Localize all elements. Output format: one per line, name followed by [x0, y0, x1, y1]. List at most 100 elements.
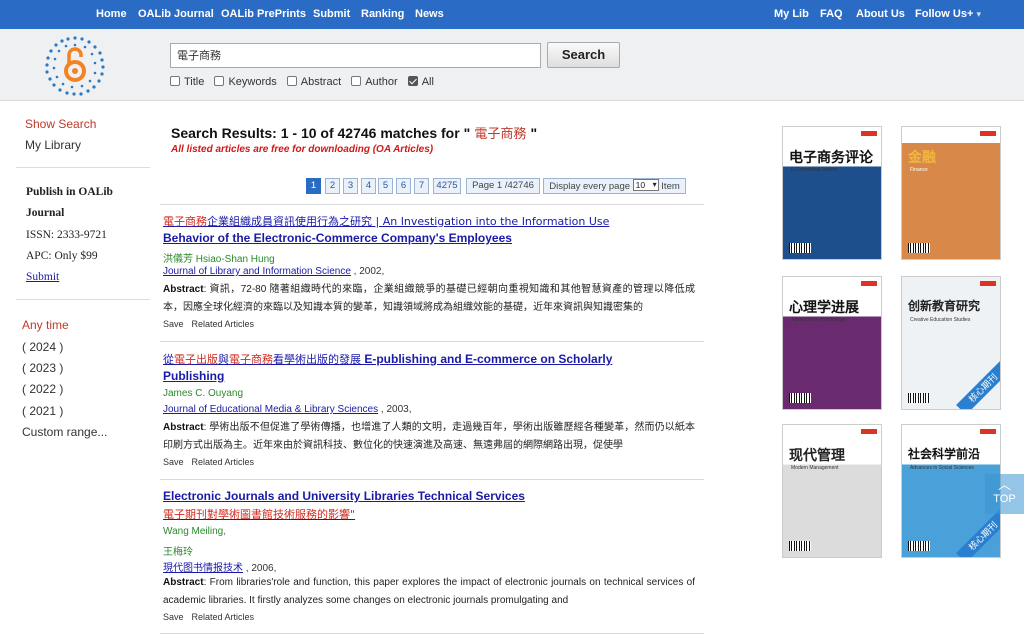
issn-text: ISSN: 2333-9721: [26, 229, 107, 241]
related-articles-link[interactable]: Related Articles: [192, 319, 255, 329]
search-input[interactable]: 電子商務: [170, 43, 541, 68]
checkbox-icon: [351, 76, 362, 86]
filter-title-label: Title: [184, 76, 205, 88]
barcode-icon: [789, 541, 811, 551]
page-5-button[interactable]: 5: [378, 178, 393, 194]
checkbox-icon: [286, 76, 297, 86]
nav-faq[interactable]: FAQ: [820, 8, 843, 20]
nav-oalib-journal[interactable]: OALib Journal: [138, 8, 214, 20]
nav-my-lib[interactable]: My Lib: [774, 8, 809, 20]
result-1-journal: Journal of Library and Information Scien…: [163, 266, 384, 277]
abstract-text: : 學術出版不但促進了學術傳播，也增進了人類的文明，走過幾百年，學術出版雖歷經各…: [163, 422, 695, 451]
save-button[interactable]: Save: [163, 457, 184, 467]
show-search-link[interactable]: Show Search: [25, 117, 96, 131]
filter-keywords[interactable]: Keywords: [214, 76, 277, 88]
barcode-icon: [908, 393, 930, 403]
result-3-journal: 現代图书情报技术 , 2006,: [163, 559, 276, 574]
result-3-author-cn[interactable]: 王梅玲: [163, 543, 193, 558]
year-2021-filter[interactable]: ( 2021 ): [22, 404, 63, 418]
result-2-title-line2[interactable]: Publishing: [163, 369, 224, 383]
result-2-author[interactable]: James C. Ouyang: [163, 388, 243, 399]
cover-title: 社会科学前沿: [908, 447, 981, 461]
sidebar-divider: [16, 299, 150, 300]
filter-title[interactable]: Title: [170, 76, 204, 88]
journal-cover-modern-management[interactable]: 现代管理 Modern Management: [782, 424, 882, 558]
result-1-actions: Save Related Articles: [163, 319, 262, 329]
cover-title: 创新教育研究: [908, 299, 981, 313]
search-filters: Title Keywords Abstract Author All: [170, 76, 441, 88]
title-text: 與: [218, 353, 229, 366]
result-1-author[interactable]: 洪儀芳 Hsiao-Shan Hung: [163, 250, 275, 265]
cover-subtitle: Advances in Social Sciences: [910, 465, 974, 471]
page-7-button[interactable]: 7: [414, 178, 429, 194]
results-heading: Search Results: 1 - 10 of 42746 matches …: [171, 123, 537, 142]
back-to-top-button[interactable]: ︿ TOP: [985, 474, 1024, 514]
per-page-select[interactable]: 10: [632, 179, 659, 191]
journal-cover-ecommerce[interactable]: 电子商务评论 E-Commerce Letters: [782, 126, 882, 260]
page-3-button[interactable]: 3: [343, 178, 358, 194]
title-text: 看學術出版的發展: [273, 353, 361, 366]
result-1-title-line2[interactable]: Behavior of the Electronic-Commerce Comp…: [163, 231, 512, 245]
filter-all[interactable]: All: [407, 76, 434, 88]
results-divider: [160, 633, 704, 634]
result-3-title-line2[interactable]: 電子期刊對學術圖書館技術服務的影響": [163, 506, 355, 522]
journal-link[interactable]: Journal of Educational Media & Library S…: [163, 404, 378, 415]
nav-home[interactable]: Home: [96, 8, 127, 20]
nav-oalib-preprints[interactable]: OALib PrePrints: [221, 8, 306, 20]
save-button[interactable]: Save: [163, 612, 184, 622]
journal-link[interactable]: Journal of Library and Information Scien…: [163, 266, 351, 277]
journal-cover-creative-education[interactable]: 创新教育研究 Creative Education Studies 核心期刊: [901, 276, 1001, 410]
filter-abstract[interactable]: Abstract: [286, 76, 341, 88]
sidebar-submit-link[interactable]: Submit: [26, 271, 59, 283]
pub-year: , 2002,: [350, 266, 385, 277]
result-3-actions: Save Related Articles: [163, 612, 262, 622]
journal-cover-psychology[interactable]: 心理学进展 Advances in Psychology: [782, 276, 882, 410]
publish-heading-line2: Journal: [26, 207, 65, 219]
journal-link[interactable]: 現代图书情报技术: [163, 563, 243, 574]
chevron-down-icon: ▾: [976, 9, 981, 19]
cover-subtitle: Creative Education Studies: [910, 317, 971, 323]
page-1-button[interactable]: 1: [306, 178, 321, 194]
nav-submit[interactable]: Submit: [313, 8, 350, 20]
filter-all-label: All: [421, 76, 434, 88]
cover-subtitle: E-Commerce Letters: [791, 167, 838, 173]
save-button[interactable]: Save: [163, 319, 184, 329]
result-2-abstract: Abstract: 學術出版不但促進了學術傳播，也增進了人類的文明，走過幾百年，…: [163, 419, 695, 455]
nav-ranking[interactable]: Ranking: [361, 8, 404, 20]
journal-cover-finance[interactable]: 金融 Finance: [901, 126, 1001, 260]
nav-about-us[interactable]: About Us: [856, 8, 905, 20]
publisher-logo-icon: [861, 429, 877, 434]
checkbox-checked-icon: [407, 76, 418, 86]
result-2-title[interactable]: 從電子出版與電子商務看學術出版的發展 E-publishing and E-co…: [163, 351, 612, 367]
result-3-author[interactable]: Wang Meiling,: [163, 526, 226, 537]
result-1-title[interactable]: 電子商務企業組織成員資訊使用行為之研究 | An Investigation i…: [163, 213, 609, 229]
custom-range-filter[interactable]: Custom range...: [22, 425, 107, 439]
any-time-filter[interactable]: Any time: [22, 318, 69, 332]
year-2023-filter[interactable]: ( 2023 ): [22, 361, 63, 375]
cover-title: 现代管理: [789, 447, 845, 463]
abstract-label: Abstract: [163, 284, 204, 295]
title-text: 從: [163, 353, 174, 366]
page-4-button[interactable]: 4: [361, 178, 376, 194]
page-last-button[interactable]: 4275: [433, 178, 461, 194]
top-label: TOP: [993, 493, 1016, 505]
page-6-button[interactable]: 6: [396, 178, 411, 194]
my-library-link[interactable]: My Library: [25, 138, 81, 152]
nav-follow-us[interactable]: Follow Us+ ▾: [915, 8, 981, 20]
related-articles-link[interactable]: Related Articles: [192, 612, 255, 622]
page-2-button[interactable]: 2: [325, 178, 340, 194]
result-3-title[interactable]: Electronic Journals and University Libra…: [163, 489, 525, 503]
filter-author[interactable]: Author: [351, 76, 398, 88]
year-2022-filter[interactable]: ( 2022 ): [22, 382, 63, 396]
title-highlight: 電子期刊對學術圖書館技術服務的影響": [163, 508, 356, 521]
cover-title: 电子商务评论: [789, 149, 873, 165]
year-2024-filter[interactable]: ( 2024 ): [22, 340, 63, 354]
related-articles-link[interactable]: Related Articles: [192, 457, 255, 467]
result-2-journal: Journal of Educational Media & Library S…: [163, 404, 411, 415]
filter-keywords-label: Keywords: [228, 76, 277, 88]
search-button[interactable]: Search: [547, 42, 620, 68]
top-nav-bar: Home OALib Journal OALib PrePrints Submi…: [0, 0, 1024, 29]
publisher-logo-icon: [861, 281, 877, 286]
cover-subtitle: Advances in Psychology: [791, 317, 846, 323]
nav-news[interactable]: News: [415, 8, 444, 20]
